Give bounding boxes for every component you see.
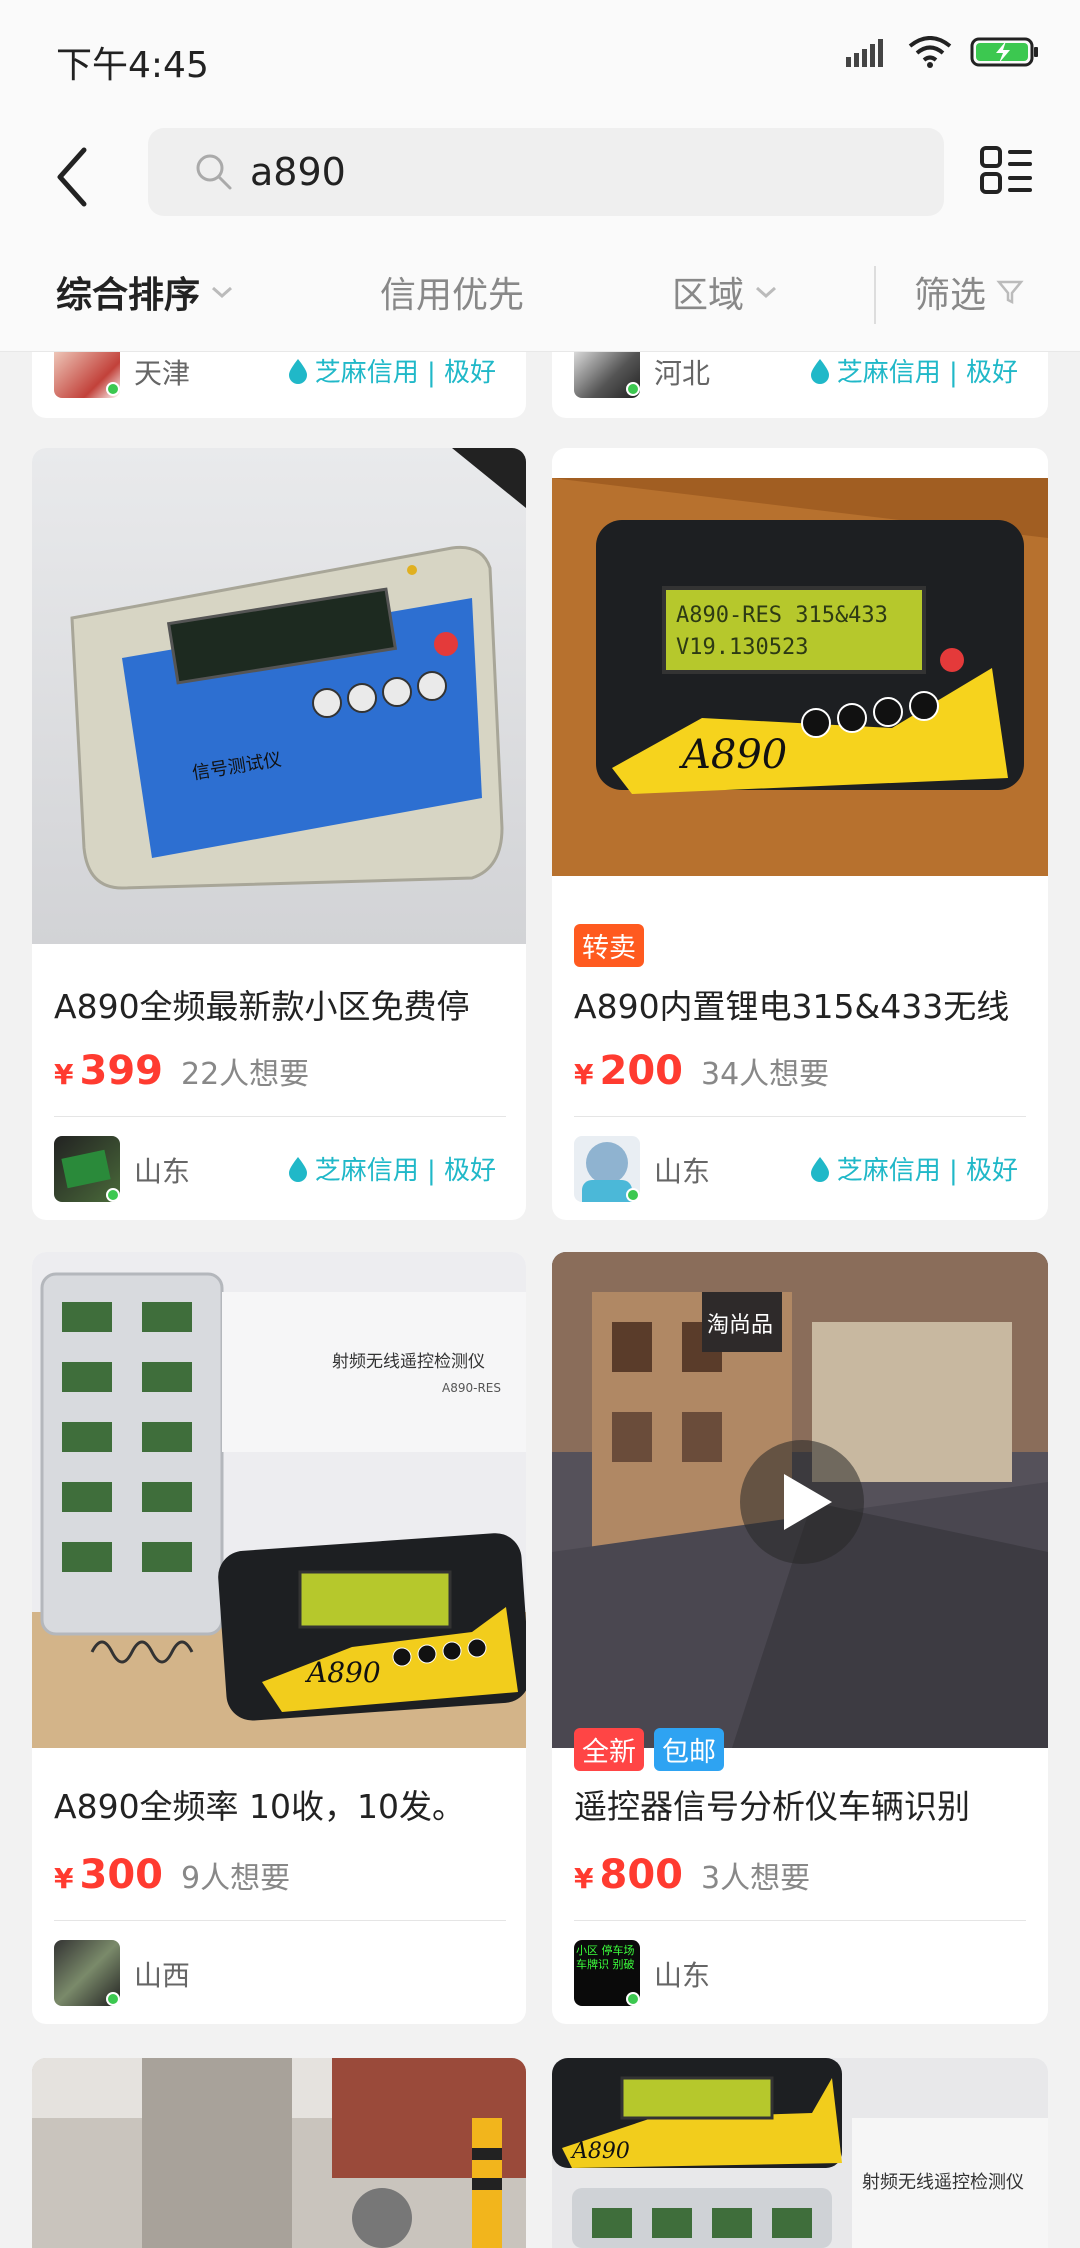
product-card[interactable]: 射频无线遥控检测仪 A890-RES A890 A890全频率 10收，10发。…: [32, 1252, 526, 2024]
search-icon: [196, 154, 232, 190]
price-row: ¥ 300 9人想要: [54, 1852, 291, 1898]
lcd-text: A890-RES 315&433: [676, 603, 888, 628]
product-image: A890-RES 315&433 V19.130523 A890: [552, 478, 1048, 876]
document-subtitle: A890-RES: [442, 1381, 501, 1395]
seller-location: 山东: [654, 1155, 711, 1188]
battery-charging-icon: [970, 37, 1038, 67]
product-image: 信号测试仪: [32, 448, 526, 944]
product-image: [32, 2058, 526, 2248]
device-brand: A890: [570, 2139, 630, 2164]
want-count: 9人想要: [180, 1861, 291, 1896]
avatar-text: 小区 停车场 车牌识 别破: [576, 1944, 635, 1971]
product-card[interactable]: 淘尚品 全新 包邮 遥控器信号分析仪车辆识别 ¥ 800 3人想要 小区 停车场…: [552, 1252, 1048, 2024]
product-card-partial[interactable]: 天津 芝麻信用 | 极好: [32, 352, 526, 418]
sesame-credit-icon: [810, 1156, 829, 1182]
tab-sort-comprehensive[interactable]: 综合排序: [56, 266, 234, 318]
product-card-partial[interactable]: 河北 芝麻信用 | 极好: [552, 352, 1048, 418]
filter-funnel-icon: [996, 280, 1024, 305]
credit-badge: 芝麻信用 | 极好: [287, 1150, 496, 1187]
filter-bar: 综合排序 信用优先 区域 筛选: [0, 242, 1080, 352]
divider: [874, 266, 876, 324]
want-count: 3人想要: [700, 1861, 811, 1896]
search-header: a890: [0, 112, 1080, 242]
seller-location: 山东: [134, 1155, 191, 1188]
product-card[interactable]: A890-RES 315&433 V19.130523 A890 转卖 A890…: [552, 448, 1048, 1220]
want-count: 34人想要: [700, 1057, 830, 1092]
sesame-credit-icon: [810, 358, 829, 384]
new-badge: 全新: [574, 1728, 644, 1771]
seller-location: 天津: [134, 357, 191, 390]
credit-badge: 芝麻信用 | 极好: [809, 1150, 1018, 1187]
seller-location: 山东: [654, 1959, 711, 1992]
sesame-credit-icon: [288, 358, 307, 384]
product-card[interactable]: 信号测试仪 A890全频最新款小区免费停 ¥ 399 22人想要 山东 芝麻信用…: [32, 448, 526, 1220]
price-row: ¥ 800 3人想要: [574, 1852, 811, 1898]
free-shipping-badge: 包邮: [654, 1728, 724, 1771]
product-video-thumbnail: 淘尚品: [552, 1252, 1048, 1748]
tab-filter[interactable]: 筛选: [914, 266, 1024, 318]
seller-location: 河北: [654, 357, 711, 390]
product-image: 射频无线遥控检测仪 A890: [552, 2058, 1048, 2248]
chevron-down-icon: [756, 286, 777, 299]
product-price: 800: [599, 1852, 683, 1898]
credit-badge: 芝麻信用 | 极好: [809, 352, 1018, 389]
product-title: 遥控器信号分析仪车辆识别: [574, 1787, 970, 1826]
document-title: 射频无线遥控检测仪: [332, 1352, 485, 1372]
seller-location: 山西: [134, 1959, 191, 1992]
status-bar: 下午4:45: [0, 0, 1080, 112]
product-title: A890全频最新款小区免费停: [54, 987, 470, 1026]
price-row: ¥ 399 22人想要: [54, 1048, 310, 1094]
layout-toggle-icon[interactable]: [978, 142, 1034, 198]
divider: [574, 1920, 1026, 1921]
resale-badge: 转卖: [574, 924, 644, 967]
product-title: A890内置锂电315&433无线: [574, 987, 1010, 1026]
shop-sign: 淘尚品: [707, 1313, 773, 1338]
divider: [54, 1920, 506, 1921]
signal-icon: [846, 39, 883, 67]
divider: [54, 1116, 506, 1117]
product-price: 300: [79, 1852, 163, 1898]
want-count: 22人想要: [180, 1057, 310, 1092]
product-price: 200: [599, 1048, 683, 1094]
product-title: A890全频率 10收，10发。: [54, 1787, 466, 1826]
search-box[interactable]: a890: [148, 128, 944, 216]
back-arrow-icon[interactable]: [48, 142, 98, 212]
device-brand: A890: [678, 732, 787, 778]
product-price: 399: [79, 1048, 163, 1094]
tab-credit-first[interactable]: 信用优先: [380, 266, 524, 318]
price-row: ¥ 200 34人想要: [574, 1048, 830, 1094]
document-title: 射频无线遥控检测仪: [862, 2172, 1024, 2193]
sesame-credit-icon: [288, 1156, 307, 1182]
lcd-text: V19.130523: [676, 635, 808, 660]
search-query[interactable]: a890: [250, 150, 346, 194]
product-image: 射频无线遥控检测仪 A890-RES A890: [32, 1252, 526, 1748]
tab-region[interactable]: 区域: [672, 266, 778, 318]
credit-badge: 芝麻信用 | 极好: [287, 352, 496, 389]
device-brand: A890: [304, 1656, 381, 1689]
wifi-icon: [908, 36, 952, 68]
chevron-down-icon: [212, 286, 233, 299]
divider: [574, 1116, 1026, 1117]
status-time: 下午4:45: [56, 45, 209, 86]
product-card-partial[interactable]: 射频无线遥控检测仪 A890: [552, 2058, 1048, 2248]
product-card-partial[interactable]: [32, 2058, 526, 2248]
